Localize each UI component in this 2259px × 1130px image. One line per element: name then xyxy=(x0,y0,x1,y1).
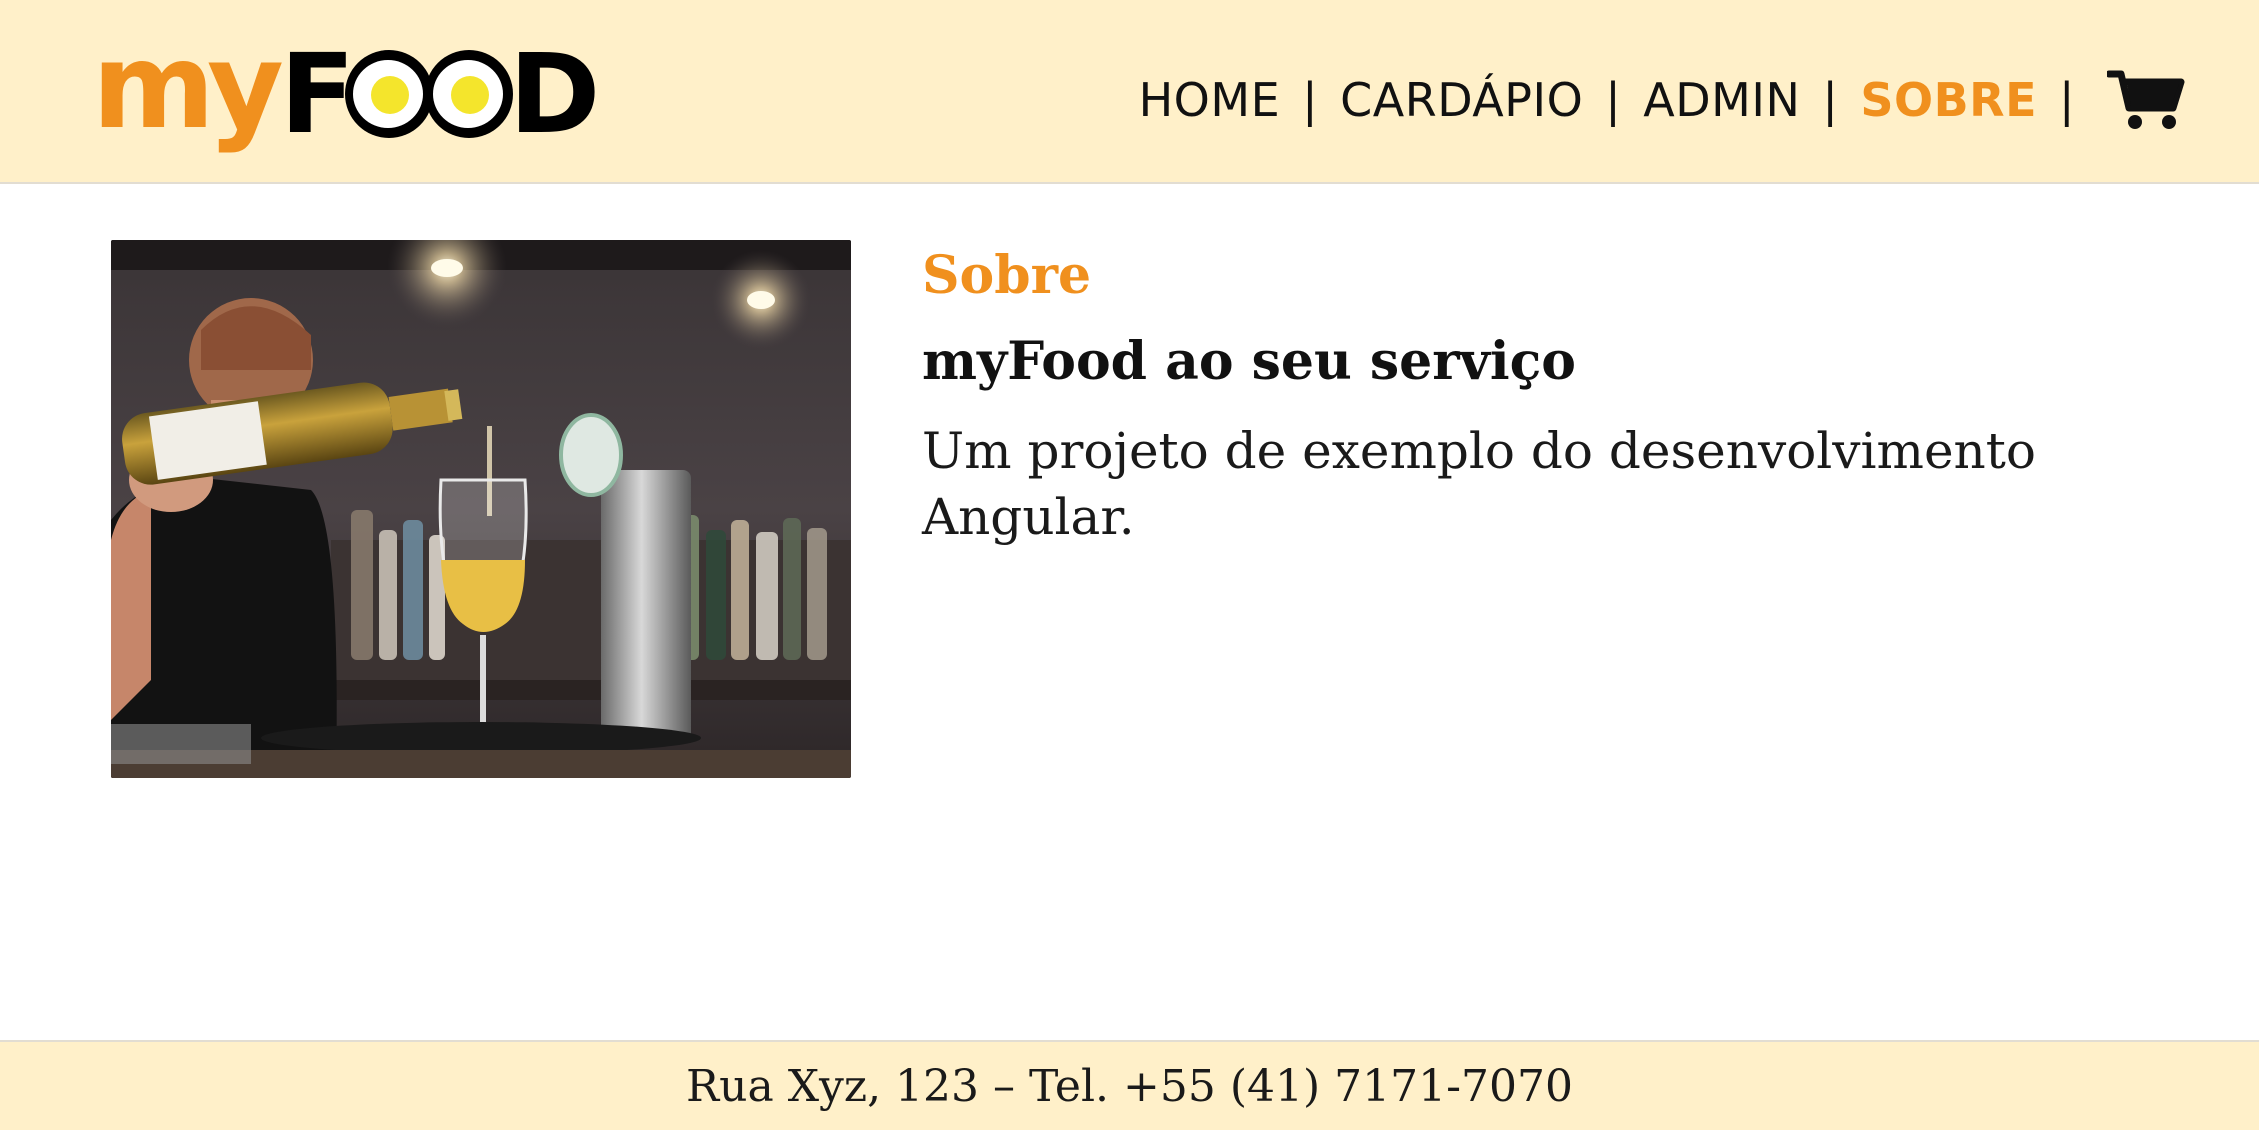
footer-address: Rua Xyz, 123 – Tel. +55 (41) 7171-7070 xyxy=(686,1060,1573,1112)
nav-sobre-link[interactable]: SOBRE xyxy=(1860,73,2037,127)
nav-cardapio-link[interactable]: CARDÁPIO xyxy=(1340,73,1583,127)
egg-icon xyxy=(425,50,514,138)
bartender-wine-photo xyxy=(111,240,851,778)
shopping-cart-icon[interactable] xyxy=(2105,67,2187,133)
main-nav: HOME | CARDÁPIO | ADMIN | SOBRE | xyxy=(1139,64,2187,136)
nav-separator: | xyxy=(1302,73,1319,127)
nav-separator: | xyxy=(1605,73,1622,127)
site-header: my F D HOME | CARDÁPIO | ADMIN | SOBRE | xyxy=(0,0,2259,184)
about-content: Sobre myFood ao seu serviço Um projeto d… xyxy=(922,240,2122,550)
page-description: Um projeto de exemplo do desenvolvimento… xyxy=(922,422,2036,546)
page-title: myFood ao seu serviço xyxy=(922,331,1576,392)
logo-food-text: F D xyxy=(279,30,600,158)
nav-separator: | xyxy=(2059,73,2075,127)
logo-d: D xyxy=(509,30,600,158)
nav-home-link[interactable]: HOME xyxy=(1139,73,1281,127)
logo-my-text: my xyxy=(92,17,284,155)
myfood-logo[interactable]: my F D xyxy=(92,27,600,160)
egg-icon xyxy=(345,50,434,138)
site-footer: Rua Xyz, 123 – Tel. +55 (41) 7171-7070 xyxy=(0,1040,2259,1130)
nav-separator: | xyxy=(1822,73,1839,127)
nav-admin-link[interactable]: ADMIN xyxy=(1643,73,1800,127)
section-kicker: Sobre xyxy=(922,245,1092,306)
logo-f: F xyxy=(279,30,355,158)
